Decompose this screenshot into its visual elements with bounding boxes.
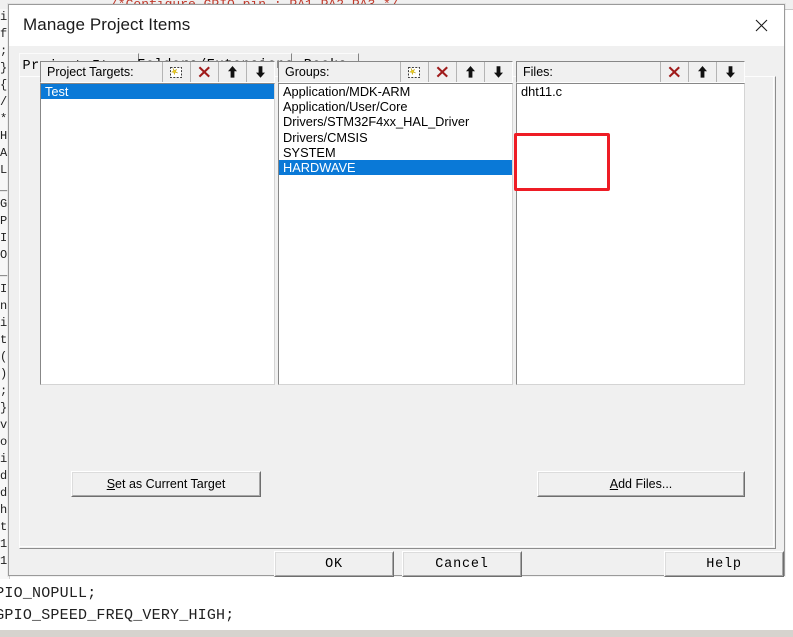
list-item[interactable]: Application/User/Core [279,99,512,114]
ok-button[interactable]: OK [274,551,394,577]
project-targets-toolbar [162,62,274,82]
editor-code-line-1: ll = GPIO_NOPULL; [0,585,97,602]
set-current-accel: S [106,477,116,491]
new-item-icon [170,67,182,78]
files-header: Files: [516,61,745,83]
groups-toolbar [400,62,512,82]
close-icon [755,19,767,32]
help-button[interactable]: Help [664,551,784,577]
list-item[interactable]: Application/MDK-ARM [279,84,512,99]
delete-icon [668,66,680,78]
set-as-current-target-button[interactable]: Set as Current Target [71,471,261,497]
add-files-button[interactable]: Add Files... [537,471,745,497]
list-item[interactable]: HARDWAVE [279,159,512,176]
dialog-title: Manage Project Items [23,15,191,34]
list-item[interactable]: Drivers/STM32F4xx_HAL_Driver [279,114,512,129]
delete-file-button[interactable] [660,62,688,82]
list-item[interactable]: Drivers/CMSIS [279,130,512,145]
list-item[interactable]: SYSTEM [279,145,512,160]
delete-icon [198,66,210,78]
move-up-icon [466,66,475,78]
add-files-accel: A [609,477,619,491]
move-group-down-button[interactable] [484,62,512,82]
project-targets-list[interactable]: Test [40,83,275,385]
move-up-icon [228,66,237,78]
move-down-icon [726,66,735,78]
set-current-rest: et as Current Target [115,477,226,491]
move-up-icon [698,66,707,78]
list-item[interactable]: dht11.c [517,84,744,99]
groups-label: Groups: [285,65,330,79]
list-item[interactable]: Test [41,84,274,100]
groups-list[interactable]: Application/MDK-ARM Application/User/Cor… [278,83,513,385]
new-item-icon [408,67,420,78]
move-down-icon [494,66,503,78]
project-targets-label: Project Targets: [47,65,134,79]
project-targets-panel: Project Targets: Test [40,61,275,385]
move-file-down-button[interactable] [716,62,744,82]
manage-project-items-dialog: Manage Project Items Project Items Folde… [8,4,785,577]
groups-panel: Groups: Application/MDK-ARM Application/… [278,61,513,385]
move-up-button[interactable] [218,62,246,82]
files-panel: Files: dht11.c [516,61,745,385]
move-down-button[interactable] [246,62,274,82]
dialog-title-bar: Manage Project Items [9,5,784,46]
delete-target-button[interactable] [190,62,218,82]
files-list[interactable]: dht11.c [516,83,745,385]
editor-status-bar [0,630,793,637]
files-label: Files: [523,65,553,79]
groups-header: Groups: [278,61,513,83]
move-down-icon [256,66,265,78]
editor-code-line-2: eed = GPIO_SPEED_FREQ_VERY_HIGH; [0,607,235,624]
delete-icon [436,66,448,78]
new-item-button[interactable] [162,62,190,82]
move-file-up-button[interactable] [688,62,716,82]
new-group-button[interactable] [400,62,428,82]
project-targets-header: Project Targets: [40,61,275,83]
move-group-up-button[interactable] [456,62,484,82]
cancel-button[interactable]: Cancel [402,551,522,577]
files-toolbar [660,62,744,82]
close-button[interactable] [738,5,784,46]
add-files-rest: dd Files... [618,477,673,491]
delete-group-button[interactable] [428,62,456,82]
